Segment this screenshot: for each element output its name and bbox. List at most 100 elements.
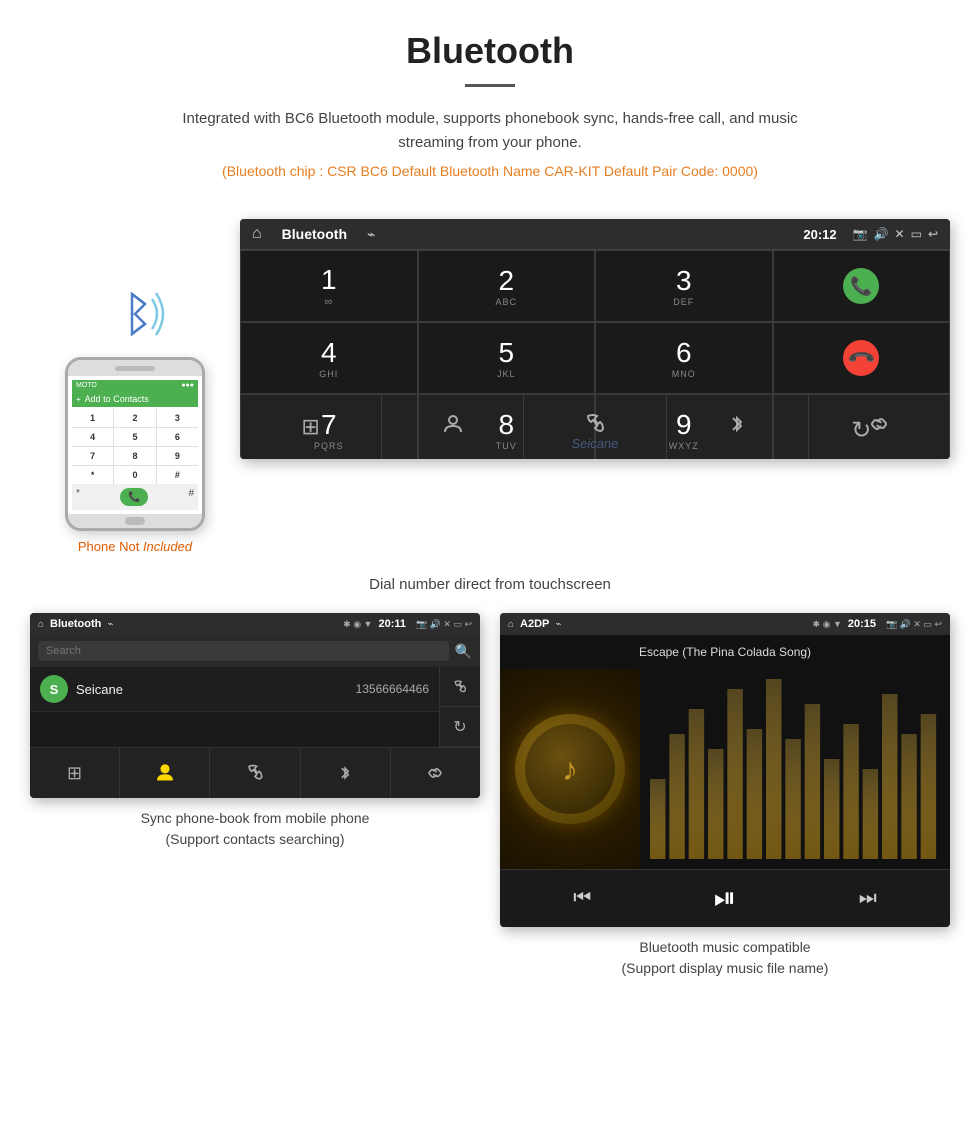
car-status-bar: ⌂ Bluetooth ⌁ 20:12 📷 🔊 ✕ ▭ ↩ (240, 219, 950, 250)
car-screen-title: Bluetooth (282, 226, 347, 242)
x-icon[interactable]: ✕ (895, 227, 905, 241)
music-note-icon: ♪ (562, 751, 578, 788)
call-green-circle: 📞 (843, 268, 879, 304)
pb-title: Bluetooth (50, 618, 101, 630)
dial-key-5[interactable]: 5 JKL (418, 322, 596, 394)
car-clock: 20:12 (803, 227, 836, 242)
back-icon[interactable]: ↩ (928, 227, 938, 241)
phone-key-6[interactable]: 6 (157, 428, 198, 446)
music-album-art: ♪ (500, 669, 640, 869)
next-button[interactable]: ⏭ (859, 887, 877, 910)
song-name: Escape (The Pina Colada Song) (639, 645, 811, 659)
bottom-icon-bluetooth[interactable] (667, 395, 809, 459)
car-screen: ⌂ Bluetooth ⌁ 20:12 📷 🔊 ✕ ▭ ↩ 1 ∞ 2 ABC (240, 219, 950, 459)
phone-key-9[interactable]: 9 (157, 447, 198, 465)
ms-clock: 20:15 (848, 618, 876, 630)
window-icon[interactable]: ▭ (911, 227, 922, 241)
subtitle-text: Integrated with BC6 Bluetooth module, su… (150, 107, 830, 155)
music-main-area: ♪ (500, 669, 950, 869)
bluetooth-icon (110, 279, 170, 349)
pb-grid-icon[interactable]: ⊞ (30, 748, 120, 798)
song-name-area: Escape (The Pina Colada Song) (500, 635, 950, 669)
pb-bluetooth-icon[interactable] (301, 748, 391, 798)
phone-contact-bar: +Add to Contacts (72, 391, 198, 407)
contacts-icon (441, 412, 465, 442)
pb-phone-icon[interactable] (210, 748, 300, 798)
pb-status-bar: ⌂ Bluetooth ⌁ ✱ ◉ ▼ 20:11 📷 🔊 ✕ ▭ ↩ (30, 613, 480, 635)
dial-key-1[interactable]: 1 ∞ (240, 250, 418, 322)
pb-user-icon[interactable] (120, 748, 210, 798)
phone-dialpad: 1 2 3 4 5 6 7 8 9 * 0 # (72, 409, 198, 484)
dial-key-2[interactable]: 2 ABC (418, 250, 596, 322)
green-call-button[interactable]: 📞 (773, 250, 951, 322)
red-call-button[interactable]: 📞 (773, 322, 951, 394)
phone-speaker (115, 366, 155, 371)
phonebook-screenshot-item: ⌂ Bluetooth ⌁ ✱ ◉ ▼ 20:11 📷 🔊 ✕ ▭ ↩ 🔍 S … (30, 613, 480, 979)
ms-home-icon[interactable]: ⌂ (508, 619, 514, 630)
ms-bt-icons: ✱ ◉ ▼ (813, 619, 842, 630)
dial-key-3[interactable]: 3 DEF (595, 250, 773, 322)
phone-key-star[interactable]: * (72, 466, 113, 484)
pb-side-refresh-icon[interactable]: ↻ (440, 707, 480, 747)
phone-key-1[interactable]: 1 (72, 409, 113, 427)
usb-icon: ⌁ (367, 226, 375, 243)
eq-bars-svg (650, 679, 940, 859)
phonebook-caption-line1: Sync phone-book from mobile phone (141, 810, 370, 826)
main-demo-section: MOTO ●●● +Add to Contacts 1 2 3 4 5 6 7 … (0, 209, 980, 564)
phone-key-8[interactable]: 8 (114, 447, 155, 465)
volume-icon[interactable]: 🔊 (874, 227, 889, 241)
bottom-icon-link[interactable] (809, 395, 950, 459)
phonebook-caption-line2: (Support contacts searching) (166, 831, 345, 847)
pb-link-icon[interactable] (391, 748, 480, 798)
home-icon[interactable]: ⌂ (252, 225, 262, 243)
pb-contact-avatar: S (40, 675, 68, 703)
bottom-screenshots: ⌂ Bluetooth ⌁ ✱ ◉ ▼ 20:11 📷 🔊 ✕ ▭ ↩ 🔍 S … (0, 613, 980, 1009)
pb-search-input[interactable] (38, 641, 449, 661)
phone-home-button (125, 517, 145, 525)
phone-key-hash[interactable]: # (157, 466, 198, 484)
phone-bottom-bar (68, 514, 202, 528)
call-btns-col: 📞 📞 (773, 250, 951, 394)
play-pause-button[interactable]: ⏯ (714, 882, 736, 915)
music-caption-line1: Bluetooth music compatible (639, 939, 810, 955)
music-screenshot-item: ⌂ A2DP ⌁ ✱ ◉ ▼ 20:15 📷 🔊 ✕ ▭ ↩ Escape (T… (500, 613, 950, 979)
pb-contact-list: S Seicane 13566664466 (30, 667, 439, 747)
pb-home-icon[interactable]: ⌂ (38, 619, 44, 630)
phone-key-3[interactable]: 3 (157, 409, 198, 427)
ms-title: A2DP (520, 618, 549, 630)
prev-button[interactable]: ⏮ (573, 887, 591, 910)
phone-key-7[interactable]: 7 (72, 447, 113, 465)
music-caption-line2: (Support display music file name) (622, 960, 829, 976)
camera-icon[interactable]: 📷 (853, 227, 868, 241)
title-divider (465, 84, 515, 87)
link-icon (867, 412, 891, 442)
phone-key-2[interactable]: 2 (114, 409, 155, 427)
phone-screen: MOTO ●●● +Add to Contacts 1 2 3 4 5 6 7 … (68, 376, 202, 514)
pb-main-content: S Seicane 13566664466 ↻ (30, 667, 480, 747)
bluetooth-specs: (Bluetooth chip : CSR BC6 Default Blueto… (20, 163, 960, 179)
ms-usb-icon: ⌁ (555, 619, 561, 630)
ms-control-icons: 📷 🔊 ✕ ▭ ↩ (886, 619, 942, 630)
pb-search-bar: 🔍 (30, 635, 480, 667)
pb-usb-icon: ⌁ (107, 619, 113, 630)
bluetooth-bottom-icon (727, 412, 747, 442)
page-header: Bluetooth Integrated with BC6 Bluetooth … (0, 0, 980, 209)
pb-search-icon[interactable]: 🔍 (455, 643, 472, 660)
pb-cam-icon: 📷 🔊 ✕ ▭ ↩ (416, 619, 472, 630)
bottom-icon-contacts[interactable] (382, 395, 524, 459)
phone-mockup: MOTO ●●● +Add to Contacts 1 2 3 4 5 6 7 … (65, 357, 205, 531)
phone-key-5[interactable]: 5 (114, 428, 155, 446)
phone-key-0[interactable]: 0 (114, 466, 155, 484)
dial-key-6[interactable]: 6 MNO (595, 322, 773, 394)
phone-not-included-label: Phone Not Included (78, 539, 192, 554)
pb-bt-icon: ✱ ◉ ▼ (343, 619, 372, 630)
bottom-icon-phone[interactable]: Seicane (524, 395, 666, 459)
phone-key-4[interactable]: 4 (72, 428, 113, 446)
phone-side: MOTO ●●● +Add to Contacts 1 2 3 4 5 6 7 … (30, 219, 240, 554)
pb-side-phone-icon[interactable] (440, 667, 480, 707)
bottom-icons-row: ⊞ Seicane (240, 394, 950, 459)
bottom-icon-grid[interactable]: ⊞ (240, 395, 382, 459)
dial-key-4[interactable]: 4 GHI (240, 322, 418, 394)
pb-contact-row[interactable]: S Seicane 13566664466 (30, 667, 439, 712)
seicane-watermark: Seicane (572, 436, 619, 451)
